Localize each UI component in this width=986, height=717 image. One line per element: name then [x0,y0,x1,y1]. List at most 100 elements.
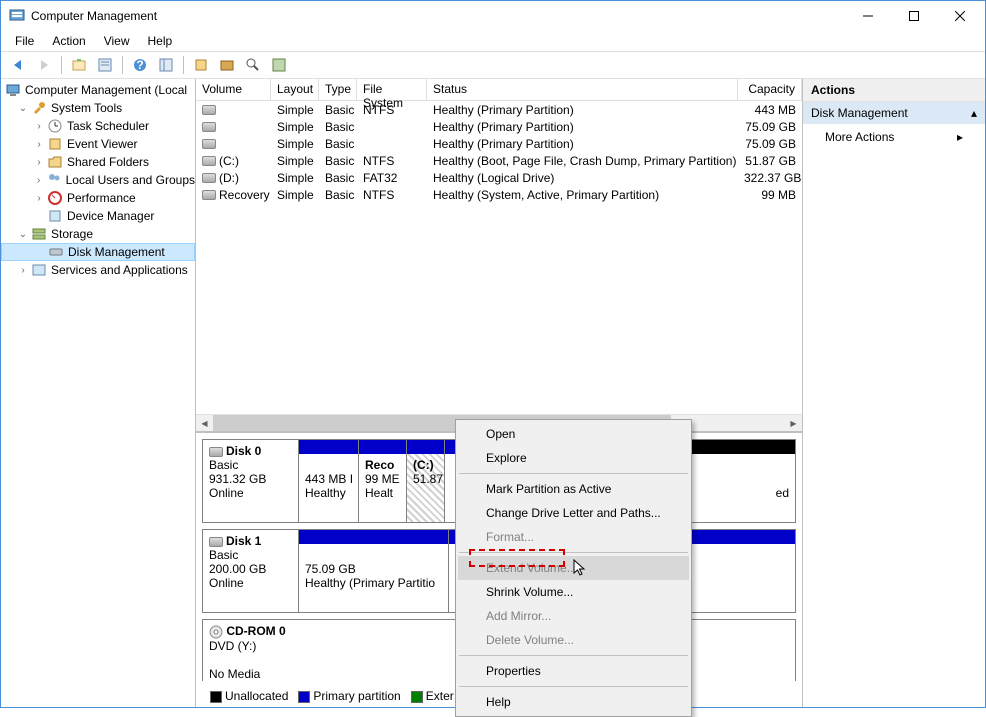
volume-row[interactable]: (D:)SimpleBasicFAT32Healthy (Logical Dri… [196,169,802,186]
cell: Basic [319,171,357,185]
tree-root[interactable]: Computer Management (Local [1,81,195,99]
collapse-icon: ▴ [971,106,977,120]
column-header-type[interactable]: Type [319,79,357,100]
volume-row[interactable]: RecoverySimpleBasicNTFSHealthy (System, … [196,186,802,203]
minimize-button[interactable] [845,1,891,31]
disk-type: Basic [209,548,238,562]
cell: Basic [319,120,357,134]
actions-more-label: More Actions [825,130,894,144]
tree-label: Event Viewer [65,137,137,151]
ctx-change-letter[interactable]: Change Drive Letter and Paths... [458,501,689,525]
tree-disk-management[interactable]: Disk Management [1,243,195,261]
ctx-open[interactable]: Open [458,422,689,446]
tree-device-manager[interactable]: Device Manager [1,207,195,225]
expand-icon[interactable]: › [33,121,45,132]
volume-row[interactable]: SimpleBasicHealthy (Primary Partition)75… [196,118,802,135]
partition[interactable]: Reco99 MEHealt [359,440,407,522]
column-header-volume[interactable]: Volume [196,79,271,100]
expand-icon[interactable]: › [17,265,29,276]
volume-row[interactable]: (C:)SimpleBasicNTFSHealthy (Boot, Page F… [196,152,802,169]
tree-task-scheduler[interactable]: ›Task Scheduler [1,117,195,135]
tool-icon[interactable] [242,54,264,76]
tool-icon[interactable] [190,54,212,76]
tree-performance[interactable]: ›Performance [1,189,195,207]
ctx-properties[interactable]: Properties [458,659,689,683]
disk-info[interactable]: CD-ROM 0 DVD (Y:) No Media [203,620,299,681]
tree-services[interactable]: ›Services and Applications [1,261,195,279]
tree-local-users[interactable]: › Local Users and Groups [1,171,195,189]
collapse-icon[interactable]: ⌄ [17,103,29,114]
partition-c[interactable]: (C:)51.87 [407,440,445,522]
tree-system-tools[interactable]: ⌄ System Tools [1,99,195,117]
up-button[interactable] [68,54,90,76]
maximize-button[interactable] [891,1,937,31]
cell: (D:) [219,171,239,185]
volume-row[interactable]: SimpleBasicNTFSHealthy (Primary Partitio… [196,101,802,118]
cell: Basic [319,154,357,168]
expand-icon[interactable]: › [33,175,44,186]
disk-icon [48,244,64,260]
close-button[interactable] [937,1,983,31]
tree-storage[interactable]: ⌄Storage [1,225,195,243]
column-header-filesystem[interactable]: File System [357,79,427,100]
legend-primary: Primary partition [298,689,400,703]
cell: Simple [271,188,319,202]
tree-event-viewer[interactable]: › Event Viewer [1,135,195,153]
cell: 99 MB [738,188,802,202]
expand-icon[interactable]: › [33,139,45,150]
disk-name: Disk 0 [226,444,261,458]
ctx-format: Format... [458,525,689,549]
menu-view[interactable]: View [96,32,138,50]
part-status: Healt [365,486,393,500]
disk-state: No Media [209,667,260,681]
tree-label: Local Users and Groups [64,173,195,187]
collapse-icon[interactable]: ⌄ [17,229,29,240]
scroll-left-button[interactable]: ◀ [196,415,213,432]
volume-body: SimpleBasicNTFSHealthy (Primary Partitio… [196,101,802,414]
titlebar: Computer Management [1,1,985,31]
cell: Simple [271,171,319,185]
navigation-tree: Computer Management (Local ⌄ System Tool… [1,79,196,707]
actions-more[interactable]: More Actions ▸ [803,124,985,150]
tool-icon[interactable] [216,54,238,76]
svg-text:?: ? [136,58,143,72]
help-button[interactable]: ? [129,54,151,76]
ctx-shrink-volume[interactable]: Shrink Volume... [458,580,689,604]
actions-sub-label: Disk Management [811,106,908,120]
disk-info[interactable]: Disk 1 Basic 200.00 GB Online [203,530,299,612]
forward-button[interactable] [33,54,55,76]
cell: Healthy (Primary Partition) [427,137,738,151]
ctx-help[interactable]: Help [458,690,689,714]
partition[interactable]: 75.09 GBHealthy (Primary Partitio [299,530,449,612]
tool-icon[interactable] [268,54,290,76]
ctx-explore[interactable]: Explore [458,446,689,470]
expand-icon[interactable]: › [33,193,45,204]
menu-file[interactable]: File [7,32,42,50]
tree-label: Computer Management (Local [23,83,187,97]
disk-name: CD-ROM 0 [226,624,285,638]
ctx-delete-volume: Delete Volume... [458,628,689,652]
partition[interactable]: 443 MB IHealthy [299,440,359,522]
ctx-add-mirror: Add Mirror... [458,604,689,628]
menu-help[interactable]: Help [140,32,181,50]
menu-action[interactable]: Action [44,32,93,50]
cell: NTFS [357,154,427,168]
ctx-mark-active[interactable]: Mark Partition as Active [458,477,689,501]
volume-row[interactable]: SimpleBasicHealthy (Primary Partition)75… [196,135,802,152]
column-header-capacity[interactable]: Capacity [738,79,802,100]
refresh-button[interactable] [155,54,177,76]
column-header-status[interactable]: Status [427,79,738,100]
disk-info[interactable]: Disk 0 Basic 931.32 GB Online [203,440,299,522]
tree-shared-folders[interactable]: ›Shared Folders [1,153,195,171]
scroll-right-button[interactable]: ▶ [785,415,802,432]
back-button[interactable] [7,54,29,76]
actions-subheader[interactable]: Disk Management ▴ [803,102,985,124]
column-header-layout[interactable]: Layout [271,79,319,100]
properties-button[interactable] [94,54,116,76]
clock-icon [47,118,63,134]
expand-icon[interactable]: › [33,157,45,168]
storage-icon [31,226,47,242]
cell: 75.09 GB [738,137,802,151]
disk-state: Online [209,576,244,590]
disk-size: 200.00 GB [209,562,266,576]
